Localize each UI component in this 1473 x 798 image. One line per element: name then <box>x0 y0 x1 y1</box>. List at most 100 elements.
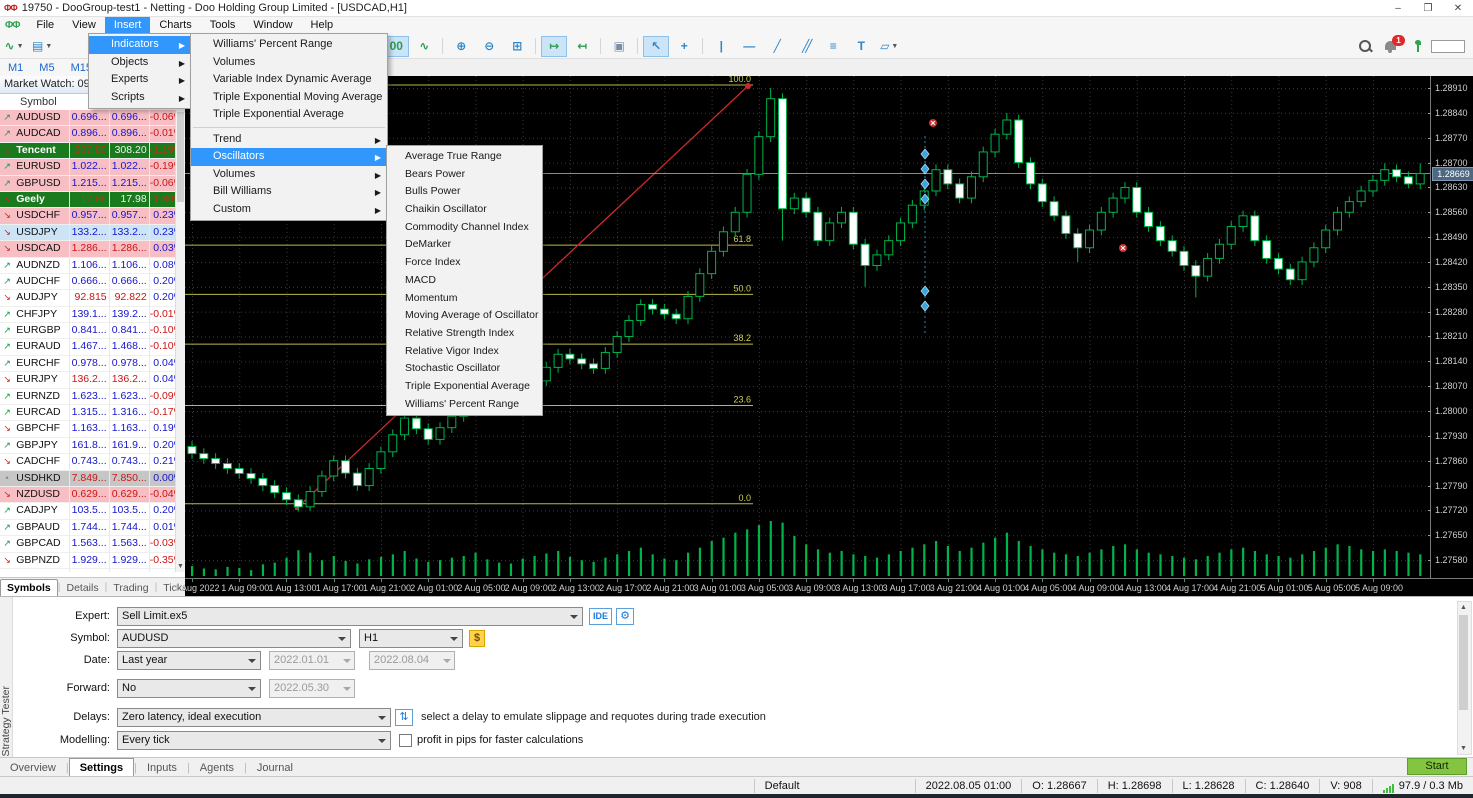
time-axis[interactable]: 1 Aug 20221 Aug 09:001 Aug 13:001 Aug 17… <box>185 578 1473 597</box>
market-watch-row-gbpnzd[interactable]: ↘GBPNZD1.929...1.929...-0.35% <box>0 553 185 569</box>
market-watch-row-audusd[interactable]: ↗AUDUSD0.696...0.696...-0.06% <box>0 110 185 126</box>
tester-tab-journal[interactable]: Journal <box>247 759 303 777</box>
screenshot-icon[interactable]: ▣ <box>606 36 632 57</box>
submenu-item-trend[interactable]: Trend▶ <box>191 131 387 149</box>
text-label-icon[interactable]: T <box>848 36 874 57</box>
delays-settings-icon[interactable]: ⇅ <box>395 709 413 726</box>
market-watch-row-usdjpy[interactable]: ↘USDJPY133.2...133.2...0.23% <box>0 225 185 241</box>
menubar-item-charts[interactable]: Charts <box>150 17 200 34</box>
submenu-item-triple-exponential-average[interactable]: Triple Exponential Average <box>191 106 387 124</box>
market-watch-row-usdhkd[interactable]: •USDHKD7.849...7.850...0.00% <box>0 471 185 487</box>
cursor-icon[interactable]: ↖ <box>643 36 669 57</box>
market-watch-row-nzdcad[interactable]: ↘NZDCAD0.810...0.810...-0.01% <box>0 569 185 572</box>
scroll-down-arrow[interactable]: ▼ <box>1458 743 1469 754</box>
market-watch-tab-trading[interactable]: Trading <box>107 580 154 596</box>
market-watch-row-cadjpy[interactable]: ↗CADJPY103.5...103.5...0.20% <box>0 503 185 519</box>
submenu-item-oscillators[interactable]: Oscillators▶ <box>191 148 387 166</box>
market-watch-row-eurjpy[interactable]: ↘EURJPY136.2...136.2...0.04% <box>0 372 185 388</box>
submenu-item-williams-percent-range[interactable]: Williams' Percent Range <box>191 36 387 54</box>
oscillator-item-demarker[interactable]: DeMarker <box>387 236 542 254</box>
market-watch-row-chfjpy[interactable]: ↗CHFJPY139.1...139.2...-0.01% <box>0 307 185 323</box>
scrollbar-thumb[interactable] <box>177 112 184 202</box>
menu-item-experts[interactable]: Experts▶ <box>89 71 191 89</box>
oscillator-item-commodity-channel-index[interactable]: Commodity Channel Index <box>387 219 542 237</box>
vertical-line-icon[interactable]: | <box>708 36 734 57</box>
restore-button[interactable]: ❐ <box>1413 1 1443 16</box>
modelling-select[interactable]: Every tick <box>117 731 391 750</box>
expert-settings-gear-icon[interactable]: ⚙ <box>616 608 634 625</box>
oscillator-item-triple-exponential-average[interactable]: Triple Exponential Average <box>387 378 542 396</box>
scrollbar-down-arrow[interactable]: ▼ <box>176 562 185 572</box>
menu-item-scripts[interactable]: Scripts▶ <box>89 89 191 107</box>
tester-scrollbar[interactable]: ▲ ▼ <box>1457 601 1472 755</box>
menubar-item-help[interactable]: Help <box>302 17 343 34</box>
menubar-item-tools[interactable]: Tools <box>201 17 245 34</box>
market-watch-row-eurusd[interactable]: ↗EURUSD1.022...1.022...-0.19% <box>0 159 185 175</box>
oscillator-item-chaikin-oscillator[interactable]: Chaikin Oscillator <box>387 201 542 219</box>
ide-button[interactable]: IDE <box>589 608 612 625</box>
chart-line-style-icon[interactable]: ∿▼ <box>1 36 27 57</box>
crosshair-icon[interactable]: + <box>671 36 697 57</box>
tester-tab-agents[interactable]: Agents <box>190 759 244 777</box>
menu-item-indicators[interactable]: Indicators▶ <box>89 36 191 54</box>
submenu-item-volumes[interactable]: Volumes▶ <box>191 166 387 184</box>
shapes-icon[interactable]: ▱▼ <box>876 36 902 57</box>
dropdown-arrow-icon[interactable]: ▼ <box>45 43 52 50</box>
scroll-up-arrow[interactable]: ▲ <box>1458 602 1469 613</box>
oscillator-item-relative-vigor-index[interactable]: Relative Vigor Index <box>387 343 542 361</box>
tile-windows-icon[interactable]: ⊞ <box>504 36 530 57</box>
price-axis[interactable]: 1.289101.288401.287701.287001.286301.285… <box>1430 76 1473 578</box>
market-watch-row-gbpusd[interactable]: ↗GBPUSD1.215...1.215...-0.06% <box>0 176 185 192</box>
chart-profile-icon[interactable]: ▤▼ <box>29 36 55 57</box>
market-watch-row-eurchf[interactable]: ↗EURCHF0.978...0.978...0.04% <box>0 356 185 372</box>
symbol-select[interactable]: AUDUSD <box>117 629 351 648</box>
channel-icon[interactable]: ╱╱ <box>792 36 818 57</box>
delays-select[interactable]: Zero latency, ideal execution <box>117 708 391 727</box>
dropdown-arrow-icon[interactable]: ▼ <box>17 43 24 50</box>
market-watch-row-gbpaud[interactable]: ↗GBPAUD1.744...1.744...0.01% <box>0 520 185 536</box>
market-watch-scrollbar[interactable]: ▼ <box>175 110 185 572</box>
market-watch-row-audcad[interactable]: ↗AUDCAD0.896...0.896...-0.01% <box>0 126 185 142</box>
oscillator-item-relative-strength-index[interactable]: Relative Strength Index <box>387 325 542 343</box>
oscillator-item-stochastic-oscillator[interactable]: Stochastic Oscillator <box>387 360 542 378</box>
symbol-properties-button[interactable]: $ <box>469 630 485 647</box>
market-watch-row-usdchf[interactable]: ↘USDCHF0.957...0.957...0.23% <box>0 208 185 224</box>
market-watch-row-audchf[interactable]: ↗AUDCHF0.666...0.666...0.20% <box>0 274 185 290</box>
market-watch-row-nzdusd[interactable]: ↘NZDUSD0.629...0.629...-0.04% <box>0 487 185 503</box>
oscillator-item-force-index[interactable]: Force Index <box>387 254 542 272</box>
oscillator-item-momentum[interactable]: Momentum <box>387 290 542 308</box>
market-watch-row-eurcad[interactable]: ↗EURCAD1.315...1.316...-0.17% <box>0 405 185 421</box>
equidistant-channel-icon[interactable]: ≡ <box>820 36 846 57</box>
market-watch-row-eurgbp[interactable]: ↗EURGBP0.841...0.841...-0.10% <box>0 323 185 339</box>
market-watch-row-gbpjpy[interactable]: ↗GBPJPY161.8...161.9...0.20% <box>0 438 185 454</box>
timeframe-button-m1[interactable]: M1 <box>0 62 31 74</box>
date-range-select[interactable]: Last year <box>117 651 261 670</box>
oscillator-item-macd[interactable]: MACD <box>387 272 542 290</box>
market-watch-row-audjpy[interactable]: ↘AUDJPY92.81592.8220.20% <box>0 290 185 306</box>
profit-in-pips-checkbox[interactable] <box>399 734 412 747</box>
oscillator-item-williams-percent-range[interactable]: Williams' Percent Range <box>387 396 542 414</box>
submenu-item-variable-index-dynamic-average[interactable]: Variable Index Dynamic Average <box>191 71 387 89</box>
strategy-tester-label[interactable]: Strategy Tester <box>0 686 12 756</box>
chart-shift-icon[interactable]: ↤ <box>569 36 595 57</box>
expert-select[interactable]: Sell Limit.ex5 <box>117 607 583 626</box>
tester-tab-inputs[interactable]: Inputs <box>137 759 187 777</box>
market-watch-row-cadchf[interactable]: ↘CADCHF0.743...0.743...0.21% <box>0 454 185 470</box>
menubar-item-insert[interactable]: Insert <box>105 17 151 34</box>
tester-scrollbar-thumb[interactable] <box>1459 615 1468 710</box>
dropdown-arrow-icon[interactable]: ▼ <box>891 43 898 50</box>
period-select[interactable]: H1 <box>359 629 463 648</box>
menubar-item-window[interactable]: Window <box>244 17 301 34</box>
market-watch-tab-details[interactable]: Details <box>61 580 105 596</box>
notifications-bell-icon[interactable]: 1 <box>1385 39 1401 53</box>
tester-tab-settings[interactable]: Settings <box>69 758 134 777</box>
tester-tab-overview[interactable]: Overview <box>0 759 66 777</box>
oscillator-item-moving-average-of-oscillator[interactable]: Moving Average of Oscillator <box>387 307 542 325</box>
market-watch-row-geely[interactable]: ↘Geely17.8617.98-1.80% <box>0 192 185 208</box>
market-watch-row-tencent[interactable]: ↘Tencent307.80308.20-1.19% <box>0 143 185 159</box>
oscillator-item-bulls-power[interactable]: Bulls Power <box>387 183 542 201</box>
line-chart-icon[interactable]: ∿ <box>411 36 437 57</box>
market-watch-row-gbpchf[interactable]: ↘GBPCHF1.163...1.163...0.19% <box>0 421 185 437</box>
menubar-item-view[interactable]: View <box>63 17 105 34</box>
market-watch-row-usdcad[interactable]: ↘USDCAD1.286...1.286...0.03% <box>0 241 185 257</box>
